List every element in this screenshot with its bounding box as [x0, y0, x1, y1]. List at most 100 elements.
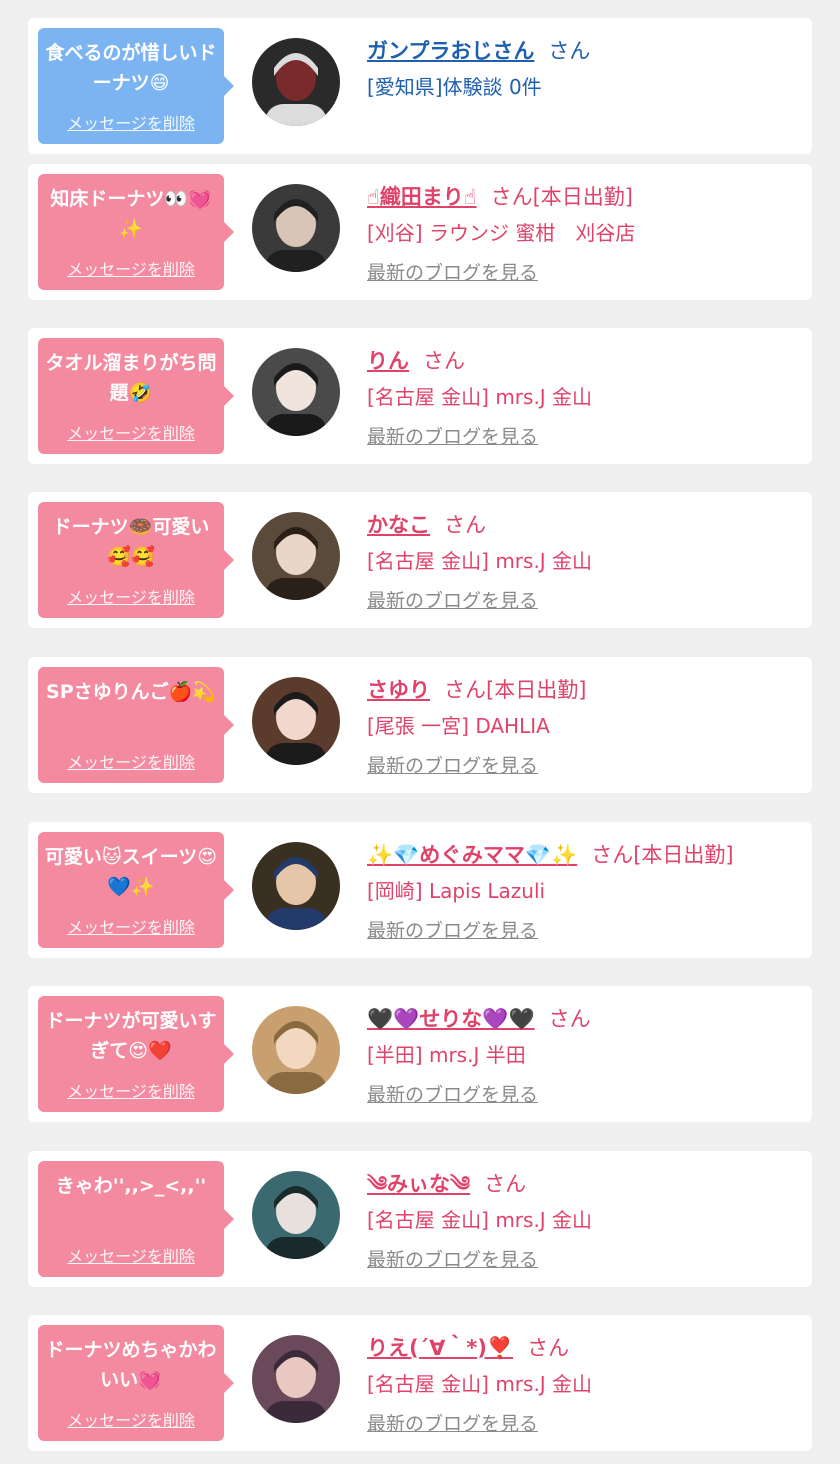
delete-message-link[interactable]: メッセージを削除: [38, 1407, 224, 1431]
member-info: りん さん [名古屋 金山] mrs.J 金山: [367, 346, 804, 412]
avatar-photo-icon: [252, 348, 340, 436]
message-bubble: 食べるのが惜しいドーナツ😄 メッセージを削除: [38, 28, 234, 144]
member-info: ガンプラおじさん さん [愛知県]体験談 0件: [367, 36, 804, 102]
latest-blog-link[interactable]: 最新のブログを見る: [367, 586, 538, 613]
name-suffix: さん: [423, 349, 465, 373]
delete-message-link[interactable]: メッセージを削除: [38, 256, 224, 280]
message-card: 可愛い🐱スイーツ😍💙✨ メッセージを削除 ✨💎めぐみママ💎✨ さん[本日出勤] [岡崎]…: [28, 822, 812, 958]
shop-name: [名古屋 金山] mrs.J 金山: [367, 385, 593, 409]
message-text: ドーナツ🍩可愛い🥰🥰: [52, 516, 210, 568]
name-line: ☝織田まり☝ さん[本日出勤]: [367, 182, 804, 212]
member-name-link[interactable]: ☝織田まり☝: [367, 185, 477, 209]
message-text: タオル溜まりがち問題🤣: [45, 352, 217, 404]
message-bubble: きゃわ'',,>_<,,'' メッセージを削除: [38, 1161, 234, 1277]
message-card: タオル溜まりがち問題🤣 メッセージを削除 りん さん [名古屋 金山] mrs.J 金山…: [28, 328, 812, 464]
woman-avatar[interactable]: [252, 1335, 340, 1423]
name-line: ༄みぃな༄ さん: [367, 1169, 804, 1199]
latest-blog-link[interactable]: 最新のブログを見る: [367, 258, 538, 285]
member-name-link[interactable]: りえ(´∀｀*)❣️: [367, 1336, 513, 1360]
name-line: ✨💎めぐみママ💎✨ さん[本日出勤]: [367, 840, 804, 870]
delete-message-link[interactable]: メッセージを削除: [38, 749, 224, 773]
shop-name: [名古屋 金山] mrs.J 金山: [367, 1372, 593, 1396]
avatar-photo-icon: [252, 1171, 340, 1259]
message-card: 知床ドーナツ👀💓✨ メッセージを削除 ☝織田まり☝ さん[本日出勤] [刈谷] ラウンジ…: [28, 164, 812, 300]
avatar-photo-icon: [252, 184, 340, 272]
shop-name: [尾張 一宮] DAHLIA: [367, 714, 550, 738]
name-suffix: さん[本日出勤]: [444, 678, 587, 702]
name-suffix: さん: [548, 39, 591, 63]
name-suffix: さん: [527, 1336, 570, 1360]
avatar-photo-icon: [252, 1335, 340, 1423]
member-name-link[interactable]: ガンプラおじさん: [367, 39, 534, 63]
member-name-link[interactable]: 🖤💜せりな💜🖤: [367, 1007, 535, 1031]
delete-message-link[interactable]: メッセージを削除: [38, 420, 224, 444]
message-text: ドーナツが可愛いすぎて😍❤️: [45, 1010, 217, 1062]
avatar-photo-icon: [252, 677, 340, 765]
member-name-link[interactable]: りん: [367, 349, 409, 373]
message-bubble: ドーナツが可愛いすぎて😍❤️ メッセージを削除: [38, 996, 234, 1112]
name-suffix: さん[本日出勤]: [591, 843, 734, 867]
woman-avatar[interactable]: [252, 512, 340, 600]
robot-avatar[interactable]: [252, 38, 340, 126]
message-card: ドーナツめちゃかわいい💓 メッセージを削除 りえ(´∀｀*)❣️ さん [名古屋 金山]…: [28, 1315, 812, 1451]
shop-name: [半田] mrs.J 半田: [367, 1043, 526, 1067]
woman-avatar[interactable]: [252, 184, 340, 272]
shop-name: [刈谷] ラウンジ 蜜柑 刈谷店: [367, 221, 636, 245]
name-suffix: さん: [444, 513, 486, 537]
message-bubble: ドーナツ🍩可愛い🥰🥰 メッセージを削除: [38, 502, 234, 618]
avatar-photo-icon: [252, 38, 340, 126]
latest-blog-link[interactable]: 最新のブログを見る: [367, 916, 538, 943]
woman-avatar[interactable]: [252, 1006, 340, 1094]
member-info: 🖤💜せりな💜🖤 さん [半田] mrs.J 半田: [367, 1004, 804, 1070]
delete-message-link[interactable]: メッセージを削除: [38, 1243, 224, 1267]
member-info: かなこ さん [名古屋 金山] mrs.J 金山: [367, 510, 804, 576]
member-name-link[interactable]: ༄みぃな༄: [367, 1172, 470, 1196]
shop-name: [愛知県]体験談 0件: [367, 75, 542, 99]
woman-avatar[interactable]: [252, 1171, 340, 1259]
message-card: ドーナツ🍩可愛い🥰🥰 メッセージを削除 かなこ さん [名古屋 金山] mrs.J 金山…: [28, 492, 812, 628]
name-suffix: さん: [548, 1007, 591, 1031]
latest-blog-link[interactable]: 最新のブログを見る: [367, 1245, 538, 1272]
message-card: ドーナツが可愛いすぎて😍❤️ メッセージを削除 🖤💜せりな💜🖤 さん [半田] mrs.…: [28, 986, 812, 1122]
message-card: 食べるのが惜しいドーナツ😄 メッセージを削除 ガンプラおじさん さん [愛知県]体験談 …: [28, 18, 812, 154]
message-card: SPさゆりんご🍎💫 メッセージを削除 さゆり さん[本日出勤] [尾張 一宮] DAHL…: [28, 657, 812, 793]
message-text: 可愛い🐱スイーツ😍💙✨: [44, 846, 218, 898]
name-line: かなこ さん: [367, 510, 804, 540]
message-bubble: 知床ドーナツ👀💓✨ メッセージを削除: [38, 174, 234, 290]
latest-blog-link[interactable]: 最新のブログを見る: [367, 1080, 538, 1107]
woman-avatar[interactable]: [252, 842, 340, 930]
message-card: きゃわ'',,>_<,,'' メッセージを削除 ༄みぃな༄ さん [名古屋 金山] mr…: [28, 1151, 812, 1287]
avatar-photo-icon: [252, 512, 340, 600]
member-info: ☝織田まり☝ さん[本日出勤] [刈谷] ラウンジ 蜜柑 刈谷店: [367, 182, 804, 248]
latest-blog-link[interactable]: 最新のブログを見る: [367, 751, 538, 778]
shop-name: [名古屋 金山] mrs.J 金山: [367, 549, 593, 573]
member-info: さゆり さん[本日出勤] [尾張 一宮] DAHLIA: [367, 675, 804, 741]
name-line: ガンプラおじさん さん: [367, 36, 804, 66]
name-line: さゆり さん[本日出勤]: [367, 675, 804, 705]
avatar-photo-icon: [252, 1006, 340, 1094]
message-bubble: ドーナツめちゃかわいい💓 メッセージを削除: [38, 1325, 234, 1441]
member-name-link[interactable]: かなこ: [367, 513, 430, 537]
member-name-link[interactable]: ✨💎めぐみママ💎✨: [367, 843, 577, 867]
latest-blog-link[interactable]: 最新のブログを見る: [367, 422, 538, 449]
delete-message-link[interactable]: メッセージを削除: [38, 584, 224, 608]
delete-message-link[interactable]: メッセージを削除: [38, 110, 224, 134]
message-text: 知床ドーナツ👀💓✨: [50, 188, 212, 240]
message-bubble: SPさゆりんご🍎💫 メッセージを削除: [38, 667, 234, 783]
delete-message-link[interactable]: メッセージを削除: [38, 1078, 224, 1102]
message-bubble: タオル溜まりがち問題🤣 メッセージを削除: [38, 338, 234, 454]
message-list: 食べるのが惜しいドーナツ😄 メッセージを削除 ガンプラおじさん さん [愛知県]体験談 …: [0, 0, 840, 1464]
member-info: りえ(´∀｀*)❣️ さん [名古屋 金山] mrs.J 金山: [367, 1333, 804, 1399]
name-line: りん さん: [367, 346, 804, 376]
delete-message-link[interactable]: メッセージを削除: [38, 914, 224, 938]
message-text: ドーナツめちゃかわいい💓: [45, 1339, 217, 1391]
message-text: きゃわ'',,>_<,,'': [55, 1175, 207, 1197]
woman-avatar[interactable]: [252, 677, 340, 765]
name-line: りえ(´∀｀*)❣️ さん: [367, 1333, 804, 1363]
member-name-link[interactable]: さゆり: [367, 678, 430, 702]
member-info: ✨💎めぐみママ💎✨ さん[本日出勤] [岡崎] Lapis Lazuli: [367, 840, 804, 906]
latest-blog-link[interactable]: 最新のブログを見る: [367, 1409, 538, 1436]
avatar-photo-icon: [252, 842, 340, 930]
shop-name: [名古屋 金山] mrs.J 金山: [367, 1208, 593, 1232]
woman-avatar[interactable]: [252, 348, 340, 436]
